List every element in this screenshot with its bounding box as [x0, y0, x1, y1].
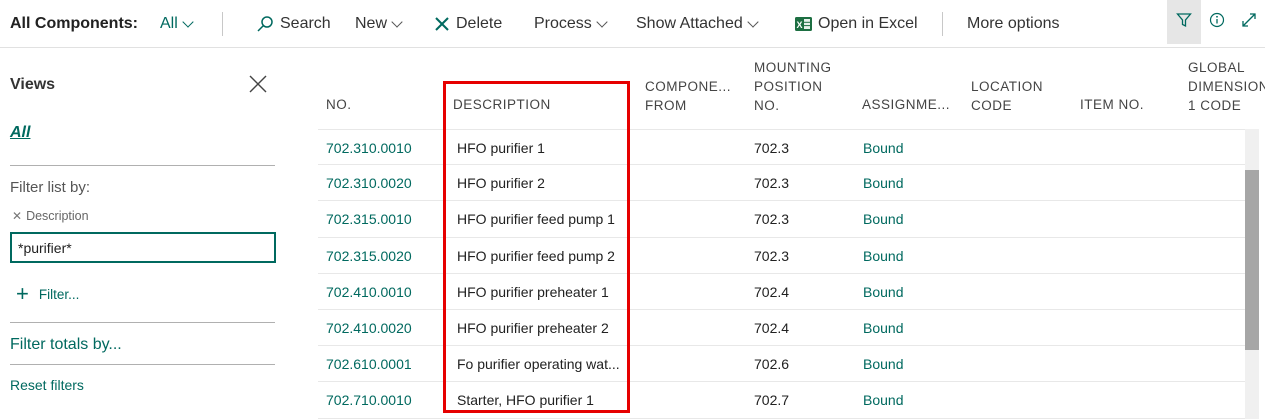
process-label: Process	[534, 15, 592, 32]
cell-mounting-position: 702.7	[754, 392, 790, 409]
cell-assignment[interactable]: Bound	[863, 130, 903, 166]
cell-assignment[interactable]: Bound	[863, 382, 903, 418]
cell-mounting-position: 702.3	[754, 140, 790, 156]
column-header-no[interactable]: NO.	[326, 95, 352, 114]
divider	[10, 165, 275, 166]
chevron-down-icon	[596, 15, 608, 28]
cell-mounting-position: 702.6	[754, 356, 790, 373]
new-button[interactable]: New	[355, 0, 403, 48]
action-bar: All Components: All Search New Delete Pr…	[0, 0, 1265, 48]
page-title: All Components:	[10, 15, 138, 32]
filter-icon	[1176, 12, 1192, 33]
new-label: New	[355, 15, 388, 32]
cell-mounting-position: 702.4	[754, 283, 790, 300]
cell-no[interactable]: 702.310.0010	[326, 130, 412, 166]
search-label: Search	[280, 15, 331, 32]
divider	[10, 322, 275, 323]
toolbar-divider	[222, 12, 223, 36]
column-header-location-code[interactable]: LOCATION CODE	[971, 77, 1043, 115]
filter-field-label: Description	[26, 209, 89, 223]
close-views-button[interactable]	[248, 74, 268, 94]
cell-assignment[interactable]: Bound	[863, 346, 903, 382]
cell-no[interactable]: 702.710.0010	[326, 382, 412, 418]
plus-icon: +	[16, 281, 29, 306]
expand-icon	[1241, 12, 1257, 33]
cell-no[interactable]: 702.315.0020	[326, 238, 412, 274]
info-button[interactable]	[1201, 0, 1233, 44]
views-title: Views	[10, 76, 56, 93]
right-tools	[1167, 0, 1265, 44]
filter-pane: Views All Filter list by: ✕ Description …	[0, 48, 290, 419]
add-filter-button[interactable]: + Filter...	[16, 281, 80, 306]
show-attached-menu[interactable]: Show Attached	[636, 0, 759, 48]
open-in-excel-label: Open in Excel	[818, 15, 918, 32]
cell-mounting-position: 702.3	[754, 211, 790, 228]
excel-icon: X	[795, 16, 812, 32]
cell-assignment[interactable]: Bound	[863, 238, 903, 274]
cell-mounting-position: 702.3	[754, 247, 790, 264]
chevron-down-icon	[391, 15, 403, 28]
search-button[interactable]: Search	[256, 0, 331, 48]
filter-totals-link[interactable]: Filter totals by...	[10, 336, 122, 354]
delete-label: Delete	[456, 15, 503, 32]
description-column-highlight	[443, 81, 630, 413]
cell-mounting-position: 702.4	[754, 319, 790, 336]
cell-no[interactable]: 702.315.0010	[326, 201, 412, 237]
column-header-assignment[interactable]: ASSIGNME...	[862, 95, 950, 114]
svg-text:X: X	[797, 20, 803, 30]
expand-button[interactable]	[1233, 0, 1265, 44]
filter-field-description: ✕ Description	[12, 209, 89, 223]
cell-assignment[interactable]: Bound	[863, 165, 903, 201]
view-selector[interactable]: All	[160, 0, 194, 48]
description-filter-input[interactable]	[10, 232, 276, 263]
chevron-down-icon	[182, 15, 194, 28]
scrollbar-thumb[interactable]	[1245, 170, 1259, 350]
cell-assignment[interactable]: Bound	[863, 274, 903, 310]
view-selector-label: All	[160, 15, 178, 32]
cell-no[interactable]: 702.410.0010	[326, 274, 412, 310]
vertical-scrollbar[interactable]	[1245, 129, 1259, 419]
more-options-button[interactable]: More options	[967, 0, 1060, 48]
more-options-label: More options	[967, 15, 1060, 32]
chevron-down-icon	[747, 15, 759, 28]
column-header-mounting-position[interactable]: MOUNTING POSITION NO.	[754, 58, 832, 115]
cell-assignment[interactable]: Bound	[863, 201, 903, 237]
show-attached-label: Show Attached	[636, 15, 743, 32]
search-icon	[256, 15, 274, 33]
column-header-component-from[interactable]: COMPONE... FROM	[645, 77, 731, 115]
view-all-link[interactable]: All	[10, 124, 30, 142]
column-header-item-no[interactable]: ITEM NO.	[1080, 95, 1144, 114]
process-menu[interactable]: Process	[534, 0, 608, 48]
reset-filters-link[interactable]: Reset filters	[10, 377, 84, 393]
info-icon	[1209, 12, 1225, 33]
cell-no[interactable]: 702.410.0020	[326, 310, 412, 346]
remove-filter-icon[interactable]: ✕	[12, 209, 22, 223]
open-in-excel-button[interactable]: X Open in Excel	[795, 0, 918, 48]
column-header-global-dimension[interactable]: GLOBAL DIMENSION 1 CODE	[1188, 58, 1265, 115]
toolbar-divider	[942, 12, 943, 36]
cell-no[interactable]: 702.610.0001	[326, 346, 412, 382]
delete-button[interactable]: Delete	[434, 0, 502, 48]
cell-mounting-position: 702.3	[754, 175, 790, 192]
add-filter-label: Filter...	[38, 286, 80, 302]
divider	[10, 364, 275, 365]
delete-x-icon	[434, 16, 450, 32]
filter-pane-toggle[interactable]	[1167, 0, 1201, 44]
cell-no[interactable]: 702.310.0020	[326, 165, 412, 201]
filter-list-by-label: Filter list by:	[10, 179, 91, 196]
close-icon	[248, 75, 268, 98]
cell-assignment[interactable]: Bound	[863, 310, 903, 346]
